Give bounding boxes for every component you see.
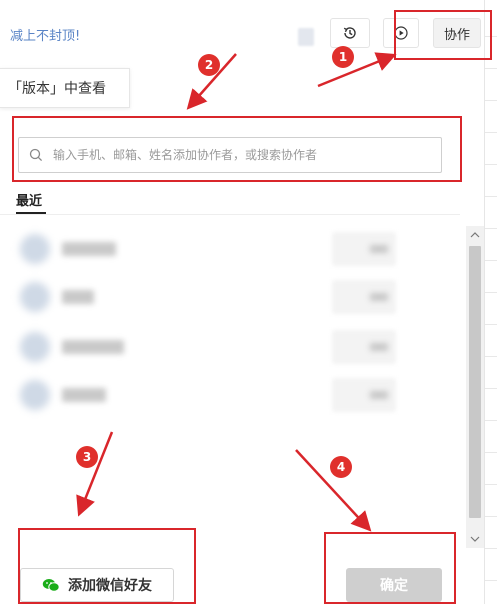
contact-avatar — [20, 282, 50, 312]
document-icon — [298, 28, 314, 46]
contact-name-redacted — [62, 388, 106, 402]
contact-avatar — [20, 332, 50, 362]
annotation-box-3 — [18, 528, 196, 604]
contact-permission-select[interactable] — [332, 280, 396, 314]
annotation-step-1: 1 — [332, 46, 354, 68]
tab-divider — [0, 214, 460, 215]
annotation-step-4: 4 — [330, 456, 352, 478]
annotation-step-2: 2 — [198, 54, 220, 76]
annotation-box-1 — [394, 10, 492, 60]
contact-permission-select[interactable] — [332, 378, 396, 412]
scroll-up-icon[interactable] — [466, 226, 484, 244]
history-button[interactable] — [330, 18, 370, 48]
contact-avatar — [20, 380, 50, 410]
collaboration-page: 减上不封顶! 协作 「版本」中查看 最近 — [0, 0, 497, 604]
promo-notice[interactable]: 减上不封顶! — [10, 25, 80, 44]
annotation-step-3: 3 — [76, 446, 98, 468]
history-icon — [343, 27, 356, 39]
version-hint-tooltip: 「版本」中查看 — [0, 68, 130, 108]
contact-name-redacted — [62, 290, 94, 304]
contact-avatar — [20, 234, 50, 264]
contact-list-scrollbar[interactable] — [466, 226, 484, 548]
contact-row[interactable] — [0, 372, 460, 418]
contact-name-redacted — [62, 340, 124, 354]
spreadsheet-grid-edge — [484, 0, 497, 604]
contact-permission-select[interactable] — [332, 330, 396, 364]
contact-permission-select[interactable] — [332, 232, 396, 266]
scroll-down-icon[interactable] — [466, 530, 484, 548]
scrollbar-thumb[interactable] — [469, 246, 481, 518]
tab-recent[interactable]: 最近 — [16, 190, 42, 209]
annotation-box-2 — [12, 116, 462, 182]
contact-row[interactable] — [0, 226, 460, 272]
contact-row[interactable] — [0, 324, 460, 370]
annotation-box-4 — [324, 532, 456, 604]
contact-row[interactable] — [0, 274, 460, 320]
contact-name-redacted — [62, 242, 116, 256]
